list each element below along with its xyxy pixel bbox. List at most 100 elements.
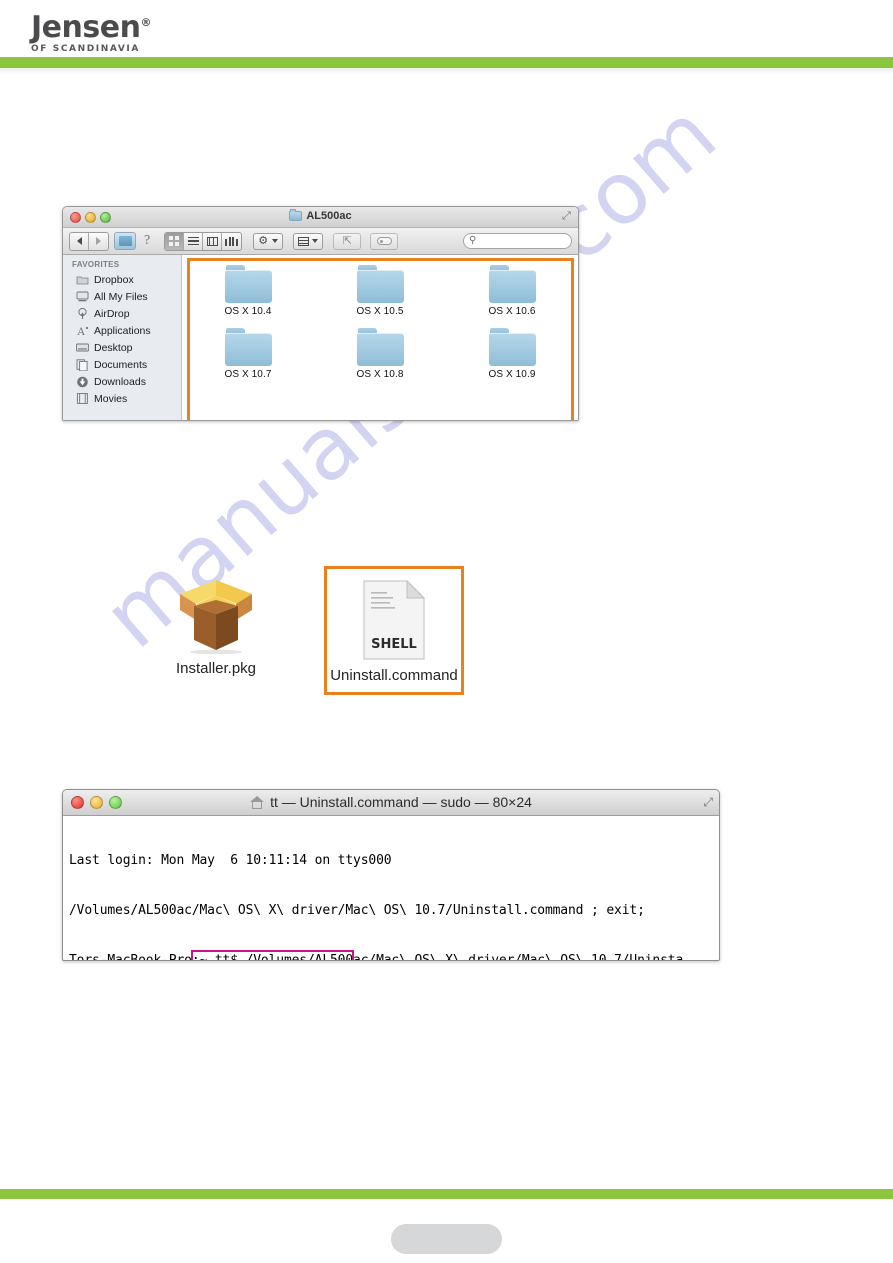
tag-button[interactable] [370,232,399,250]
documents-icon [76,358,89,371]
tag-icon [376,237,392,245]
finder-window: AL500ac ⤢ ? ⚙ ⇱ ⚲ FAVORITES Dropbox All … [62,206,579,421]
folder-icon [356,265,404,303]
sidebar-item-label: Desktop [94,341,133,354]
page-header: Jensen® OF SCANDINAVIA [0,0,893,57]
finder-body: FAVORITES Dropbox All My Files AirDrop A… [63,255,578,420]
header-accent-bar [0,57,893,68]
password-highlight-box [191,950,354,960]
action-menu-button[interactable]: ⚙ [253,232,284,250]
home-icon [250,795,265,809]
folder-label: OS X 10.9 [488,369,536,380]
navigation-buttons [69,231,109,251]
finder-title-text: AL500ac [306,210,352,222]
folder-icon [488,265,536,303]
share-button[interactable]: ⇱ [333,232,362,250]
registered-mark: ® [140,16,151,29]
all-my-files-icon [76,290,89,303]
sidebar-item-dropbox[interactable]: Dropbox [63,271,181,288]
sidebar-item-movies[interactable]: Movies [63,390,181,407]
terminal-titlebar[interactable]: tt — Uninstall.command — sudo — 80×24 ⤢ [63,790,719,816]
terminal-line: Last login: Mon May 6 10:11:14 on ttys00… [69,853,392,869]
fullscreen-icon[interactable]: ⤢ [703,795,713,810]
search-icon: ⚲ [469,235,477,246]
back-button[interactable] [70,232,89,250]
toolbar-folder-button[interactable] [114,232,136,250]
chevron-down-icon [272,239,279,243]
finder-titlebar[interactable]: AL500ac ⤢ [63,207,578,228]
page-number-badge [391,1224,502,1254]
finder-toolbar: ? ⚙ ⇱ ⚲ [63,228,578,255]
folder-item[interactable]: OS X 10.9 [446,328,578,380]
package-icon [180,580,252,654]
shell-icon-label: SHELL [371,637,417,652]
airdrop-icon [76,307,89,320]
gear-icon: ⚙ [258,234,269,247]
terminal-line: /Volumes/AL500ac/Mac\ OS\ X\ driver/Mac\… [69,902,645,918]
sidebar-item-documents[interactable]: Documents [63,356,181,373]
sidebar-item-all-my-files[interactable]: All My Files [63,288,181,305]
folder-item[interactable]: OS X 10.5 [314,265,446,317]
header-shadow [0,68,893,75]
icon-view-icon [169,236,179,246]
arrange-icon [298,236,310,246]
folder-item[interactable]: OS X 10.6 [446,265,578,317]
folder-icon [224,328,272,366]
applications-icon: A [76,324,89,337]
sidebar-item-label: Movies [94,392,128,405]
dropbox-folder-icon [76,273,89,286]
folder-icon [356,328,404,366]
brand-logo: Jensen® OF SCANDINAVIA [31,8,151,55]
finder-content-pane[interactable]: OS X 10.4 OS X 10.5 OS X 10.6 OS X 10.7 … [182,255,578,420]
list-view-button[interactable] [184,232,204,250]
sidebar-item-downloads[interactable]: Downloads [63,373,181,390]
terminal-line: Tors-MacBook-Pro:~ tt$ /Volumes/AL500ac/… [69,952,684,961]
sidebar-item-label: Downloads [94,375,146,388]
fullscreen-icon[interactable]: ⤢ [562,211,573,222]
desktop-icons: Installer.pkg SHELL Uninstall.command [146,566,464,695]
icon-view-button[interactable] [165,232,185,250]
sidebar-section-favorites: FAVORITES [72,260,120,269]
desktop-item-installer[interactable]: Installer.pkg [146,566,286,685]
forward-button[interactable] [89,233,108,250]
svg-text:A: A [77,327,86,337]
column-view-button[interactable] [203,232,223,250]
brand-tagline: OF SCANDINAVIA [31,44,140,54]
search-field[interactable]: ⚲ [463,233,572,249]
movies-icon [76,392,89,405]
coverflow-view-icon [225,236,238,246]
brand-name: Jensen® [31,10,151,45]
footer-accent-bar [0,1189,893,1199]
folder-item[interactable]: OS X 10.4 [182,265,314,317]
folder-icon [289,209,303,221]
sidebar-item-airdrop[interactable]: AirDrop [63,305,181,322]
terminal-window: tt — Uninstall.command — sudo — 80×24 ⤢ … [62,789,720,961]
sidebar-item-label: Documents [94,358,148,371]
share-icon: ⇱ [342,234,352,247]
folder-label: OS X 10.7 [224,369,272,380]
help-button[interactable]: ? [141,233,153,249]
folder-item[interactable]: OS X 10.8 [314,328,446,380]
sidebar-item-desktop[interactable]: Desktop [63,339,181,356]
view-mode-group [164,231,243,251]
list-view-icon [187,236,199,246]
folder-item[interactable]: OS X 10.7 [182,328,314,380]
sidebar-item-applications[interactable]: A Applications [63,322,181,339]
terminal-window-title: tt — Uninstall.command — sudo — 80×24 [63,794,719,810]
chevron-down-icon [312,239,319,243]
folder-icon [488,328,536,366]
search-input[interactable] [479,235,564,247]
column-view-icon [206,236,218,246]
folder-grid: OS X 10.4 OS X 10.5 OS X 10.6 OS X 10.7 … [182,255,578,380]
folder-label: OS X 10.5 [356,306,404,317]
folder-label: OS X 10.4 [224,306,272,317]
arrange-menu-button[interactable] [293,232,324,250]
desktop-item-uninstall[interactable]: SHELL Uninstall.command [324,566,464,695]
finder-sidebar: FAVORITES Dropbox All My Files AirDrop A… [63,255,182,420]
finder-window-title: AL500ac [63,209,578,222]
sidebar-item-label: All My Files [94,290,148,303]
terminal-output[interactable]: Last login: Mon May 6 10:11:14 on ttys00… [63,816,719,961]
folder-label: OS X 10.6 [488,306,536,317]
coverflow-view-button[interactable] [222,233,241,250]
sidebar-item-label: Applications [94,324,151,337]
